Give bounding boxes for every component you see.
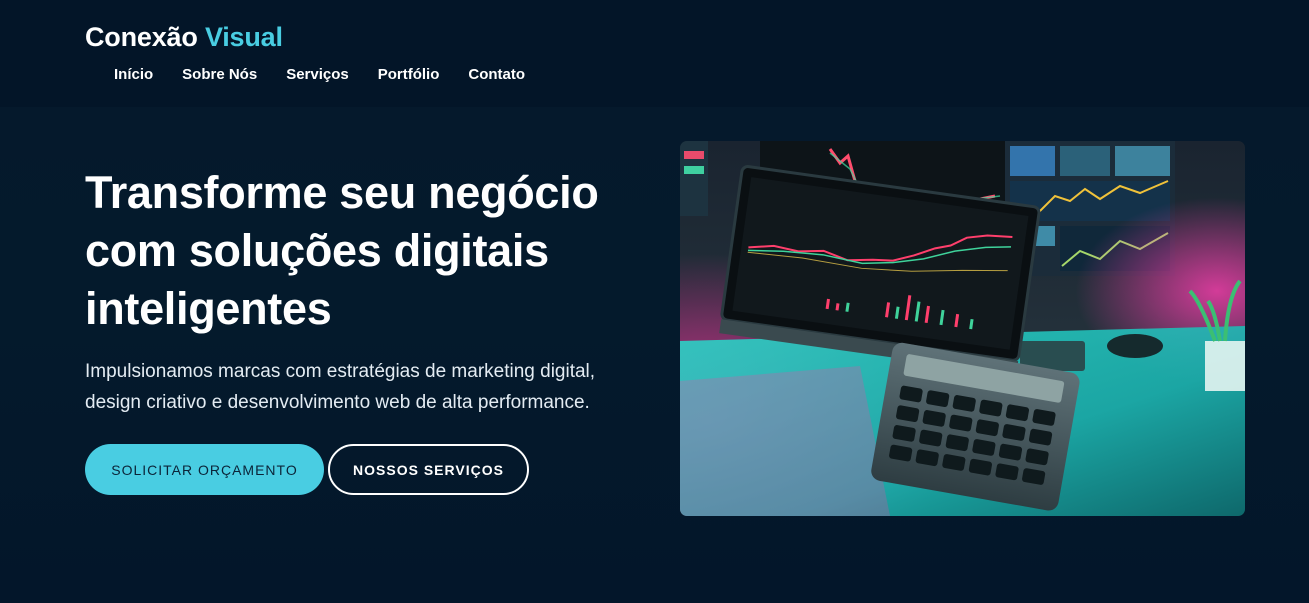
nav-link-contato[interactable]: Contato — [468, 65, 525, 85]
nav-link-sobre-nos[interactable]: Sobre Nós — [182, 65, 257, 85]
hero-subtitle: Impulsionamos marcas com estratégias de … — [85, 361, 596, 413]
main-nav: Início Sobre Nós Serviços Portfólio Cont… — [114, 65, 554, 85]
logo-accent-text: Visual — [204, 22, 283, 52]
trading-desk-illustration — [680, 141, 1245, 516]
logo-main-text: Conexão — [85, 22, 198, 52]
nav-link-servicos[interactable]: Serviços — [286, 65, 349, 85]
request-quote-button[interactable]: SOLICITAR ORÇAMENTO — [85, 444, 324, 495]
nav-link-portfolio[interactable]: Portfólio — [378, 65, 440, 85]
hero-title: Transforme seu negócio com soluções digi… — [85, 167, 599, 334]
our-services-button[interactable]: NOSSOS SERVIÇOS — [328, 444, 529, 495]
nav-link-inicio[interactable]: Início — [114, 65, 153, 85]
hero-image — [680, 141, 1245, 516]
site-header: Conexão Visual Início Sobre Nós Serviços… — [0, 0, 1309, 107]
site-logo[interactable]: Conexão Visual — [85, 22, 283, 53]
